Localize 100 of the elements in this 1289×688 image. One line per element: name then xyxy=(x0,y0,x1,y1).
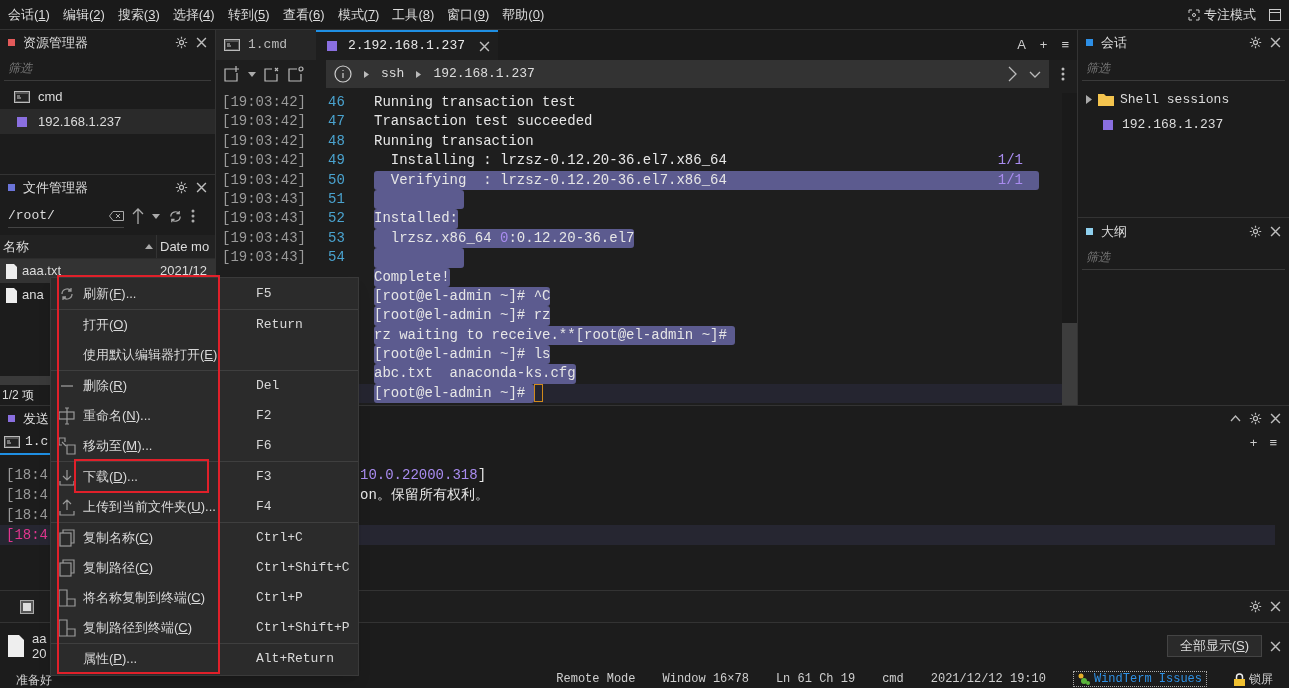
close-icon[interactable] xyxy=(479,40,490,52)
context-menu-item[interactable]: 下载(D)... F3 xyxy=(51,462,358,492)
tab-action-button[interactable]: + xyxy=(1039,35,1048,55)
close-icon[interactable] xyxy=(1270,413,1281,424)
menu-item[interactable]: 选择(4) xyxy=(172,4,215,25)
minus-icon xyxy=(61,385,73,387)
close-icon[interactable] xyxy=(1270,226,1281,237)
line-number: 54 xyxy=(327,248,346,268)
filter-field[interactable]: 筛选 xyxy=(4,55,211,81)
caret-icon[interactable] xyxy=(248,71,256,77)
settings-icon[interactable] xyxy=(1249,600,1262,613)
copy-to-terminal-icon xyxy=(58,619,76,637)
explorer-item[interactable]: cmd xyxy=(0,84,215,109)
more-icon[interactable] xyxy=(1061,67,1065,81)
tab-action-button[interactable]: ≡ xyxy=(1061,35,1069,55)
move-icon xyxy=(58,437,76,455)
detach-icon[interactable] xyxy=(264,66,280,82)
menu-item[interactable]: 会话(1) xyxy=(8,4,50,25)
settings-icon[interactable] xyxy=(1249,225,1262,238)
show-all-button[interactable]: 全部显示(S) xyxy=(1166,635,1262,657)
settings-icon[interactable] xyxy=(175,36,188,49)
menu-item[interactable]: 模式(7) xyxy=(337,4,380,25)
file-icon xyxy=(8,635,24,657)
menu-item[interactable]: 帮助(0) xyxy=(502,4,545,25)
line-number: 52 xyxy=(327,209,346,229)
context-menu-item[interactable]: 使用默认编辑器打开(E) xyxy=(51,340,358,370)
context-menu-item[interactable]: 打开(O) Return xyxy=(51,310,358,340)
timestamp: [19:03:43] xyxy=(221,209,307,229)
context-menu-item[interactable]: 复制路径到终端(C) Ctrl+Shift+P xyxy=(51,613,358,643)
refresh-icon[interactable] xyxy=(168,208,183,224)
menu-item[interactable]: 查看(6) xyxy=(282,4,325,25)
close-icon[interactable] xyxy=(196,182,207,193)
menu-item[interactable]: 工具(8) xyxy=(392,4,435,25)
copy-to-terminal-icon xyxy=(58,589,76,607)
chevron-right-icon[interactable] xyxy=(1008,66,1017,82)
file-name: aaa.txt xyxy=(22,262,62,281)
up-arrow-icon[interactable] xyxy=(132,208,144,224)
column-header[interactable]: 名称 xyxy=(0,235,157,258)
context-menu-item[interactable]: 复制路径(C) Ctrl+Shift+C xyxy=(51,553,358,583)
chevron-down-icon[interactable] xyxy=(1029,70,1041,78)
context-menu-item[interactable]: 属性(P)... Alt+Return xyxy=(51,644,358,674)
terminal-line: Running transaction xyxy=(374,131,534,151)
menu-item[interactable]: 搜索(3) xyxy=(117,4,160,25)
timestamp: [19:03:42] xyxy=(221,131,307,151)
filter-field[interactable]: 筛选 xyxy=(1082,55,1285,81)
context-menu-item[interactable]: 复制名称(C) Ctrl+C xyxy=(51,523,358,553)
lock-icon[interactable] xyxy=(1234,672,1245,686)
close-icon[interactable] xyxy=(1270,37,1281,48)
file-icon xyxy=(6,263,17,279)
close-icon[interactable] xyxy=(196,37,207,48)
session-tree-item[interactable]: 192.168.1.237 xyxy=(1078,112,1289,137)
address-bar[interactable]: ssh 192.168.1.237 xyxy=(326,60,1049,88)
path-field[interactable]: /root/ xyxy=(8,204,124,228)
menu-item[interactable]: 编辑(2) xyxy=(62,4,105,25)
timestamp: [18:4 xyxy=(6,507,48,523)
chevron-up-icon[interactable] xyxy=(1230,415,1241,422)
scrollbar-thumb[interactable] xyxy=(1062,323,1077,405)
menu-item[interactable]: 窗口(9) xyxy=(447,4,490,25)
filter-field[interactable]: 筛选 xyxy=(1082,244,1285,270)
breadcrumb-item[interactable]: 192.168.1.237 xyxy=(433,64,535,84)
context-menu-item[interactable]: 重命名(N)... F2 xyxy=(51,401,358,431)
info-icon[interactable] xyxy=(334,65,352,83)
timestamp: [19:03:43] xyxy=(221,189,307,209)
breadcrumb-item[interactable]: ssh xyxy=(381,64,405,84)
context-menu-item[interactable]: 移动至(M)... F6 xyxy=(51,431,358,461)
terminal-tab[interactable]: 2.192.168.1.237 xyxy=(316,30,498,60)
panel-icon[interactable] xyxy=(20,599,34,614)
split-icon[interactable] xyxy=(288,66,304,82)
context-menu-item[interactable]: 将名称复制到终端(C) Ctrl+P xyxy=(51,583,358,613)
lock-screen-label[interactable]: 锁屏 xyxy=(1249,672,1273,686)
settings-icon[interactable] xyxy=(175,181,188,194)
panel-action-button[interactable]: ≡ xyxy=(1269,433,1277,453)
session-tree-item[interactable]: Shell sessions xyxy=(1078,87,1289,112)
settings-icon[interactable] xyxy=(1249,412,1262,425)
folder-icon xyxy=(1098,93,1114,106)
breadcrumb-arrow-icon xyxy=(364,70,369,78)
console-icon xyxy=(4,436,20,448)
settings-icon[interactable] xyxy=(1249,36,1262,49)
issues-link[interactable]: WindTerm Issues xyxy=(1072,671,1207,687)
window-icon[interactable] xyxy=(1269,8,1281,21)
column-header[interactable]: Date mo xyxy=(157,236,213,257)
context-menu-item[interactable]: 上传到当前文件夹(U)... F4 xyxy=(51,492,358,522)
file-name: ana xyxy=(22,286,44,305)
focus-mode-button[interactable]: 专注模式 xyxy=(1188,4,1256,25)
menu-item[interactable]: 转到(5) xyxy=(227,4,270,25)
caret-icon[interactable] xyxy=(152,213,160,219)
collapsed-arrow-icon[interactable] xyxy=(1086,95,1092,104)
panel-action-button[interactable]: + xyxy=(1249,433,1258,453)
close-icon[interactable] xyxy=(1270,601,1281,612)
panel-title: 发送 xyxy=(23,409,49,428)
new-tab-icon[interactable] xyxy=(224,66,240,82)
copy-icon xyxy=(59,559,75,577)
tab-action-button[interactable]: A xyxy=(1017,35,1026,55)
context-menu-item[interactable]: 删除(R) Del xyxy=(51,371,358,401)
panel-title: 资源管理器 xyxy=(23,33,88,52)
backspace-icon[interactable] xyxy=(109,210,124,221)
more-icon[interactable] xyxy=(191,209,195,223)
terminal-tab[interactable]: 1.cmd xyxy=(216,30,316,60)
explorer-item[interactable]: 192.168.1.237 xyxy=(0,109,215,134)
close-icon[interactable] xyxy=(1270,640,1281,652)
